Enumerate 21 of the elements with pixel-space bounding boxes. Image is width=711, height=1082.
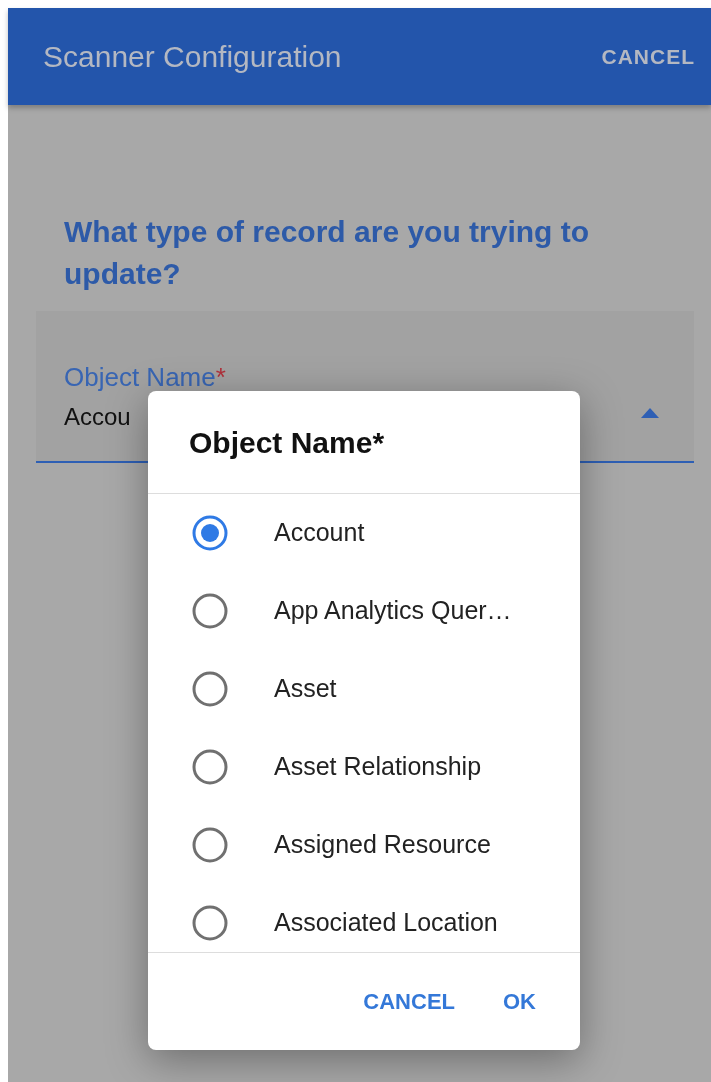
cancel-button[interactable]: CANCEL — [363, 981, 455, 1022]
radio-button[interactable] — [192, 905, 228, 941]
radio-button[interactable] — [192, 671, 228, 707]
option-label[interactable]: Associated Location — [274, 904, 498, 942]
field-value: Accou — [64, 402, 131, 432]
dropdown-caret-icon — [641, 408, 659, 418]
radio-button[interactable] — [192, 593, 228, 629]
cancel-button[interactable]: CANCEL — [601, 36, 695, 77]
option-label[interactable]: Assigned Resource — [274, 826, 491, 864]
radio-button[interactable] — [192, 749, 228, 785]
field-label: Object Name* — [64, 361, 227, 393]
option-label[interactable]: App Analytics Quer… — [274, 592, 512, 630]
radio-button[interactable] — [192, 827, 228, 863]
app-title: Scanner Configuration — [43, 39, 342, 75]
radio-button[interactable] — [192, 515, 228, 551]
option-label[interactable]: Asset Relationship — [274, 748, 482, 786]
question-heading: What type of record are you trying to update? — [64, 214, 591, 292]
option-label[interactable]: Account — [274, 514, 365, 552]
ok-button[interactable]: OK — [503, 981, 536, 1022]
dialog-title: Object Name* — [148, 391, 580, 494]
option-label[interactable]: Asset — [274, 670, 337, 708]
